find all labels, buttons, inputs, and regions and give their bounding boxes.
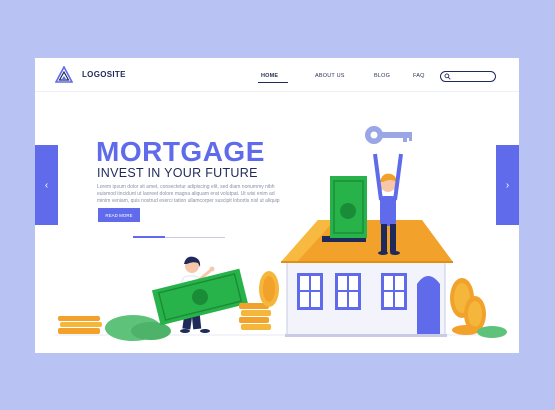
hero-description-line: euismod tincidunt ut laoreet dolore magn…	[97, 191, 275, 197]
read-more-button[interactable]: READ MORE	[98, 208, 140, 222]
key-icon[interactable]	[365, 126, 412, 144]
banknote-icon	[330, 176, 367, 238]
bush-icon	[477, 326, 507, 338]
hero-description-line: Lorem ipsum dolor sit amet, consectetur …	[97, 184, 275, 190]
chevron-left-icon: ‹	[44, 179, 49, 191]
hero-subtitle: INVEST IN YOUR FUTURE	[97, 166, 258, 180]
prev-slide-button[interactable]: ‹	[35, 145, 58, 225]
next-slide-button[interactable]: ›	[496, 145, 519, 225]
hero-description-line: minim veniam, quis nostrud exerci tation…	[97, 198, 280, 204]
slider-progress-indicator	[133, 236, 165, 238]
mortgage-illustration	[55, 126, 507, 341]
landing-page: LOGOSITE HOME ABOUT US BLOG FAQ MORTGAGE…	[35, 58, 519, 353]
hero-title: MORTGAGE	[96, 136, 265, 167]
coin-stack-icon	[450, 278, 486, 335]
coin-stack-icon	[58, 316, 102, 334]
chevron-right-icon: ›	[505, 179, 510, 191]
